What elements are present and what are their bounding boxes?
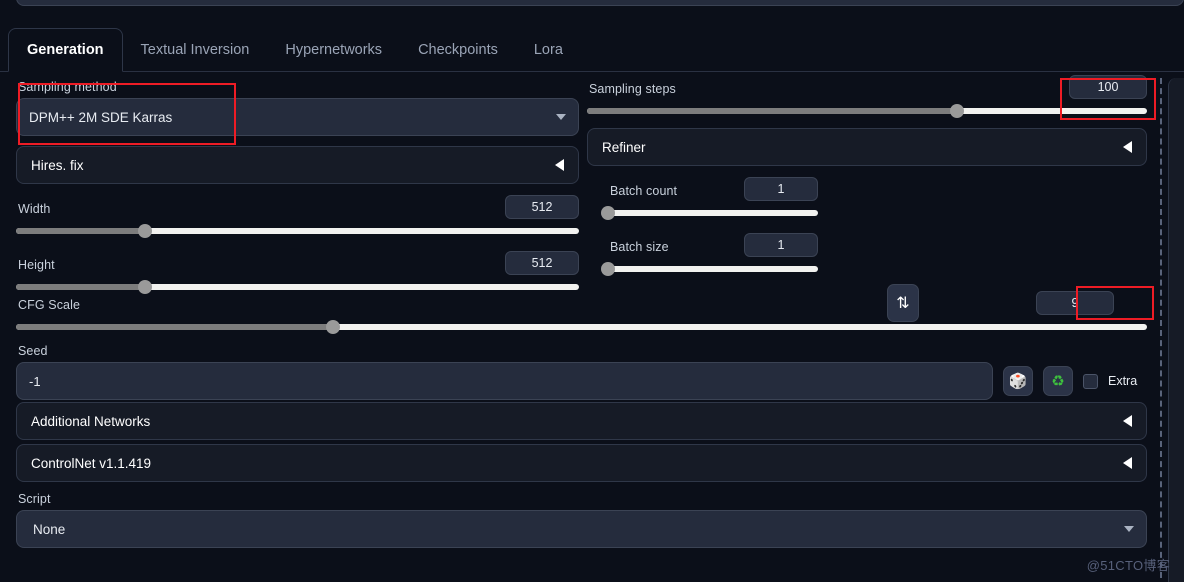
hires-fix-label: Hires. fix [31,157,84,173]
tab-checkpoints-label: Checkpoints [418,41,498,58]
tab-textual-inversion[interactable]: Textual Inversion [123,28,268,71]
hires-fix-accordion[interactable]: Hires. fix [16,146,579,184]
script-select[interactable]: None [16,510,1147,548]
sampling-steps-label: Sampling steps [589,82,676,96]
extra-label: Extra [1108,374,1138,388]
batch-size-label: Batch size [610,240,669,254]
width-slider-row: Width 512 [16,192,579,238]
seed-input[interactable]: -1 [16,362,993,400]
batch-count-value-input[interactable]: 1 [744,177,818,201]
height-slider-row: Height 512 [16,248,579,294]
sampling-method-label: Sampling method [18,80,117,94]
cfg-scale-value: 9 [1071,296,1079,310]
controlnet-accordion[interactable]: ControlNet v1.1.419 [16,444,1147,482]
stable-diffusion-webui-panel: Generation Textual Inversion Hypernetwor… [0,0,1184,582]
height-label: Height [18,258,55,272]
extra-checkbox[interactable] [1083,373,1098,389]
batch-count-value: 1 [777,182,785,196]
sampling-method-value: DPM++ 2M SDE Karras [29,109,173,125]
cfg-scale-row: CFG Scale 9 [16,288,1147,334]
refiner-label: Refiner [602,139,646,155]
tab-checkpoints[interactable]: Checkpoints [400,28,516,71]
chevron-left-icon [555,159,564,171]
cfg-scale-value-input[interactable]: 9 [1036,291,1114,315]
width-label: Width [18,202,51,216]
sampling-steps-slider[interactable] [587,104,1147,118]
script-label: Script [18,492,51,506]
chevron-left-icon [1123,457,1132,469]
script-row: Script None [16,484,1147,548]
controlnet-label: ControlNet v1.1.419 [31,455,152,471]
sampling-steps-value-input[interactable]: 100 [1069,75,1147,99]
panel-divider [1160,78,1162,578]
chevron-left-icon [1123,141,1132,153]
batch-size-value-input[interactable]: 1 [744,233,818,257]
recycle-icon-button[interactable]: ♻ [1043,366,1073,396]
script-value: None [33,521,66,537]
seed-label: Seed [18,344,48,358]
chevron-down-icon [1124,526,1134,532]
tab-lora[interactable]: Lora [516,28,581,71]
batch-count-label: Batch count [610,184,678,198]
tab-hypernetworks-label: Hypernetworks [285,41,383,58]
cfg-scale-slider[interactable] [16,320,1147,334]
batch-count-slider[interactable] [601,206,818,220]
additional-networks-accordion[interactable]: Additional Networks [16,402,1147,440]
tab-textual-inversion-label: Textual Inversion [140,41,250,58]
tab-bar: Generation Textual Inversion Hypernetwor… [0,28,1184,72]
watermark: @51CTO博客 [1086,558,1170,573]
sampling-steps-value: 100 [1097,80,1119,94]
generation-content: Sampling method DPM++ 2M SDE Karras Hire… [0,72,1184,582]
top-element-sliver [16,0,1184,6]
sampling-method-select[interactable]: DPM++ 2M SDE Karras [16,98,579,136]
tab-generation-label: Generation [27,42,104,58]
batch-size-slider[interactable] [601,262,818,276]
sampling-steps-row: Sampling steps 100 [587,72,1147,118]
width-value-input[interactable]: 512 [505,195,579,219]
seed-row: Seed -1 🎲 ♻ Extra [16,336,1147,400]
batch-count-row: Batch count 1 [601,174,818,220]
recycle-icon: ♻ [1051,373,1065,390]
dice-icon-button[interactable]: 🎲 [1003,366,1033,396]
chevron-down-icon [556,114,566,120]
tab-lora-label: Lora [533,41,563,58]
dice-icon: 🎲 [1008,373,1028,390]
additional-networks-label: Additional Networks [31,413,151,429]
left-column: Sampling method DPM++ 2M SDE Karras Hire… [16,72,579,294]
height-value: 512 [531,256,553,270]
batch-size-value: 1 [777,238,785,252]
cfg-scale-label: CFG Scale [18,298,81,312]
right-panel-edge [1168,78,1184,582]
width-value: 512 [531,200,553,214]
width-slider[interactable] [16,224,579,238]
chevron-left-icon [1123,415,1132,427]
tab-hypernetworks[interactable]: Hypernetworks [267,28,400,71]
batch-size-row: Batch size 1 [601,230,818,276]
seed-value: -1 [29,373,41,389]
height-value-input[interactable]: 512 [505,251,579,275]
refiner-accordion[interactable]: Refiner [587,128,1147,166]
tab-generation[interactable]: Generation [8,28,123,72]
right-column: Sampling steps 100 Refiner Batch count 1… [587,72,1147,276]
